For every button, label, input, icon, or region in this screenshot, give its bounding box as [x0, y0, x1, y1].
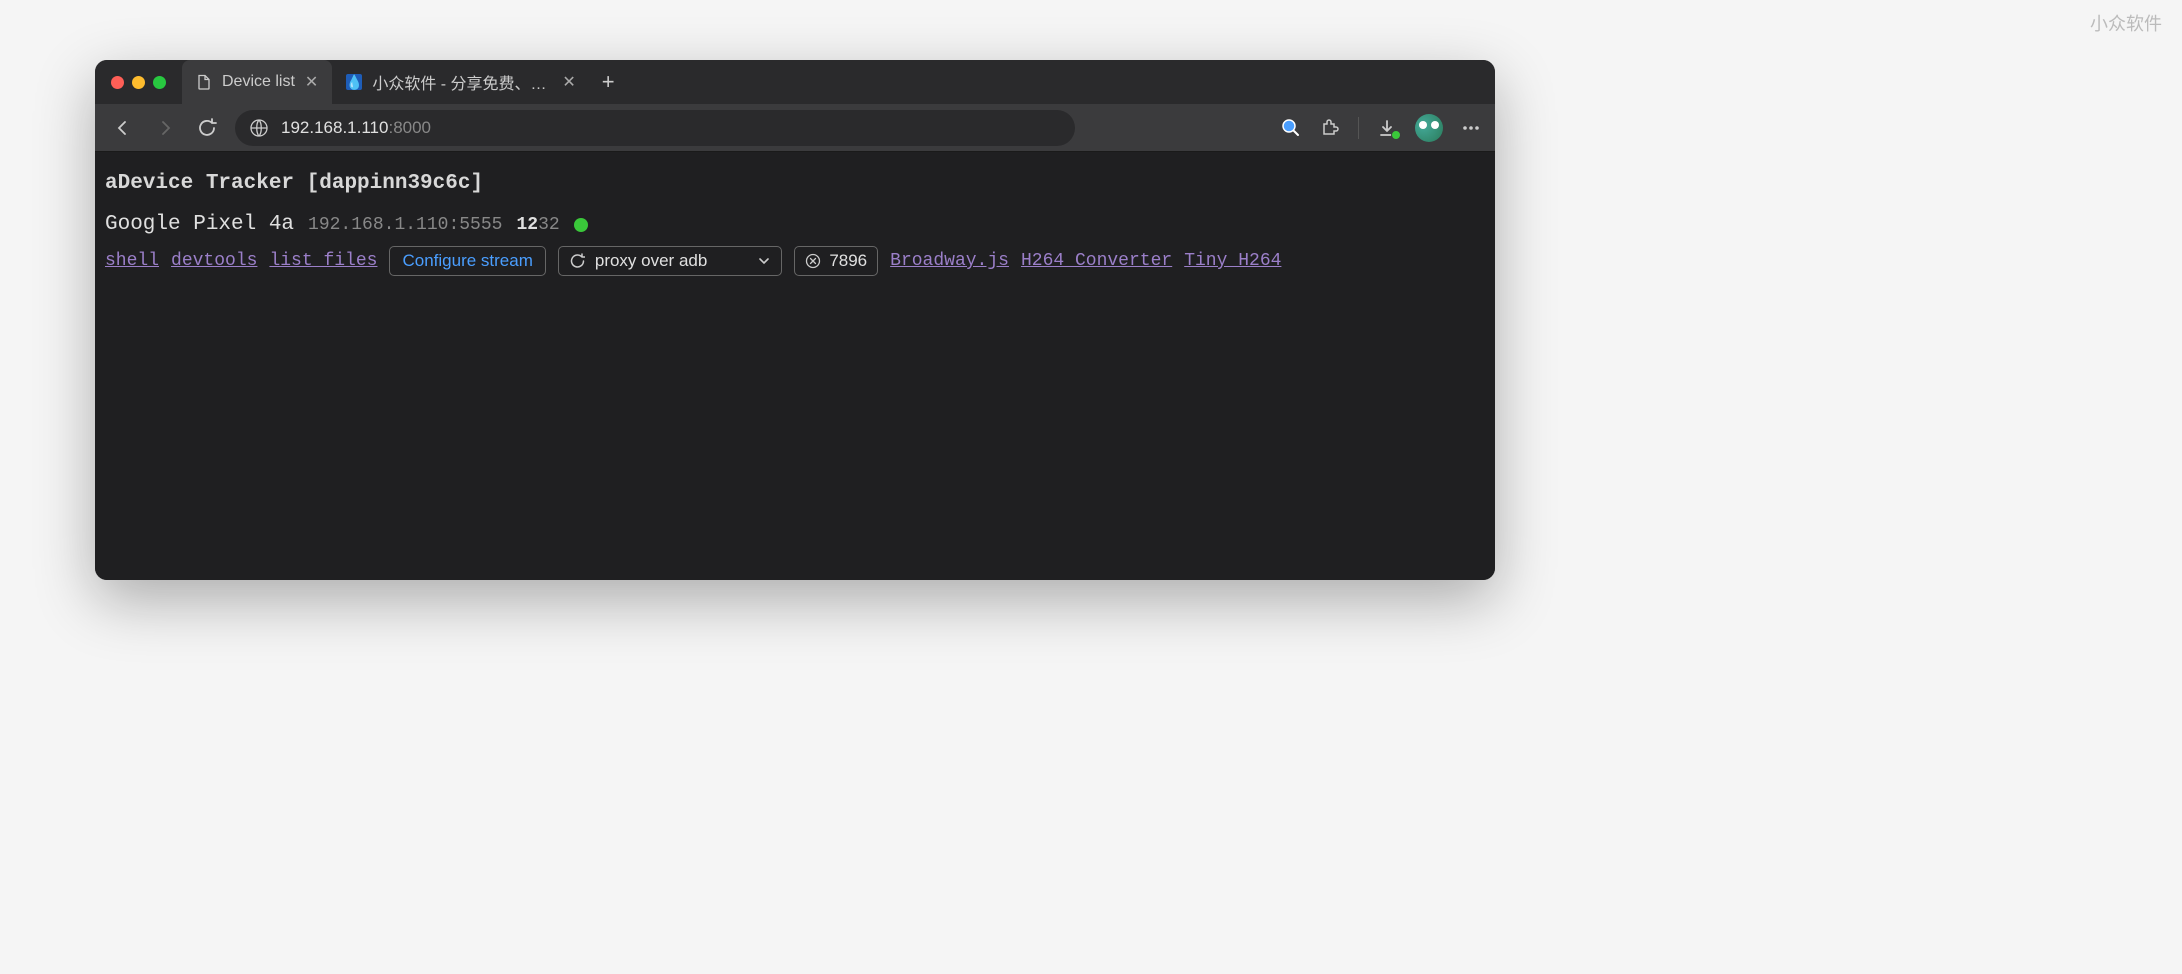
- action-row: shell devtools list files Configure stre…: [105, 246, 1485, 276]
- browser-window: Device list ✕ 💧 小众软件 - 分享免费、小巧、实 ✕ +: [95, 60, 1495, 580]
- toolbar-right: [1280, 114, 1481, 142]
- h264-converter-link[interactable]: H264 Converter: [1021, 251, 1172, 271]
- back-button[interactable]: [109, 114, 137, 142]
- profile-avatar[interactable]: [1415, 114, 1443, 142]
- tiny-h264-link[interactable]: Tiny H264: [1184, 251, 1281, 271]
- page-content: aDevice Tracker [dappinn39c6c] Google Pi…: [95, 152, 1495, 580]
- status-online-icon: [574, 218, 588, 232]
- address-text: 192.168.1.110:8000: [281, 118, 431, 138]
- search-icon[interactable]: [1280, 117, 1302, 139]
- port-value: 7896: [829, 251, 867, 271]
- shell-link[interactable]: shell: [105, 251, 159, 271]
- device-version: 1232: [516, 215, 559, 235]
- drop-icon: 💧: [346, 74, 362, 90]
- downloads-icon[interactable]: [1377, 118, 1397, 138]
- refresh-icon: [569, 253, 585, 269]
- minimize-window-button[interactable]: [132, 76, 145, 89]
- device-row: Google Pixel 4a 192.168.1.110:5555 1232: [105, 213, 1485, 236]
- tab-title: Device list: [222, 73, 295, 91]
- toolbar: 192.168.1.110:8000: [95, 104, 1495, 152]
- tab-device-list[interactable]: Device list ✕: [182, 60, 332, 104]
- proxy-select-label: proxy over adb: [595, 251, 707, 271]
- address-bar[interactable]: 192.168.1.110:8000: [235, 110, 1075, 146]
- maximize-window-button[interactable]: [153, 76, 166, 89]
- extensions-icon[interactable]: [1320, 118, 1340, 138]
- chevron-down-icon: [757, 254, 771, 268]
- device-address: 192.168.1.110:5555: [308, 215, 502, 235]
- new-tab-button[interactable]: +: [590, 60, 627, 104]
- devtools-link[interactable]: devtools: [171, 251, 257, 271]
- watermark-text: 小众软件: [2090, 10, 2162, 36]
- list-files-link[interactable]: list files: [269, 251, 377, 271]
- proxy-select[interactable]: proxy over adb: [558, 246, 782, 276]
- tab-strip: Device list ✕ 💧 小众软件 - 分享免费、小巧、实 ✕ +: [182, 60, 1495, 104]
- window-controls: [111, 76, 166, 89]
- reload-button[interactable]: [193, 114, 221, 142]
- broadway-link[interactable]: Broadway.js: [890, 251, 1009, 271]
- globe-icon: [249, 118, 269, 138]
- titlebar: Device list ✕ 💧 小众软件 - 分享免费、小巧、实 ✕ +: [95, 60, 1495, 104]
- cancel-icon[interactable]: [805, 253, 821, 269]
- page-title: aDevice Tracker [dappinn39c6c]: [105, 172, 1485, 195]
- tab-title: 小众软件 - 分享免费、小巧、实: [372, 70, 552, 94]
- configure-stream-button[interactable]: Configure stream: [389, 246, 545, 276]
- close-tab-icon[interactable]: ✕: [305, 72, 318, 92]
- menu-icon[interactable]: [1461, 118, 1481, 138]
- close-tab-icon[interactable]: ✕: [562, 72, 575, 92]
- forward-button[interactable]: [151, 114, 179, 142]
- close-window-button[interactable]: [111, 76, 124, 89]
- device-name: Google Pixel 4a: [105, 213, 294, 236]
- file-icon: [196, 74, 212, 90]
- divider: [1358, 117, 1359, 139]
- port-field[interactable]: 7896: [794, 246, 878, 276]
- tab-appinn[interactable]: 💧 小众软件 - 分享免费、小巧、实 ✕: [332, 60, 589, 104]
